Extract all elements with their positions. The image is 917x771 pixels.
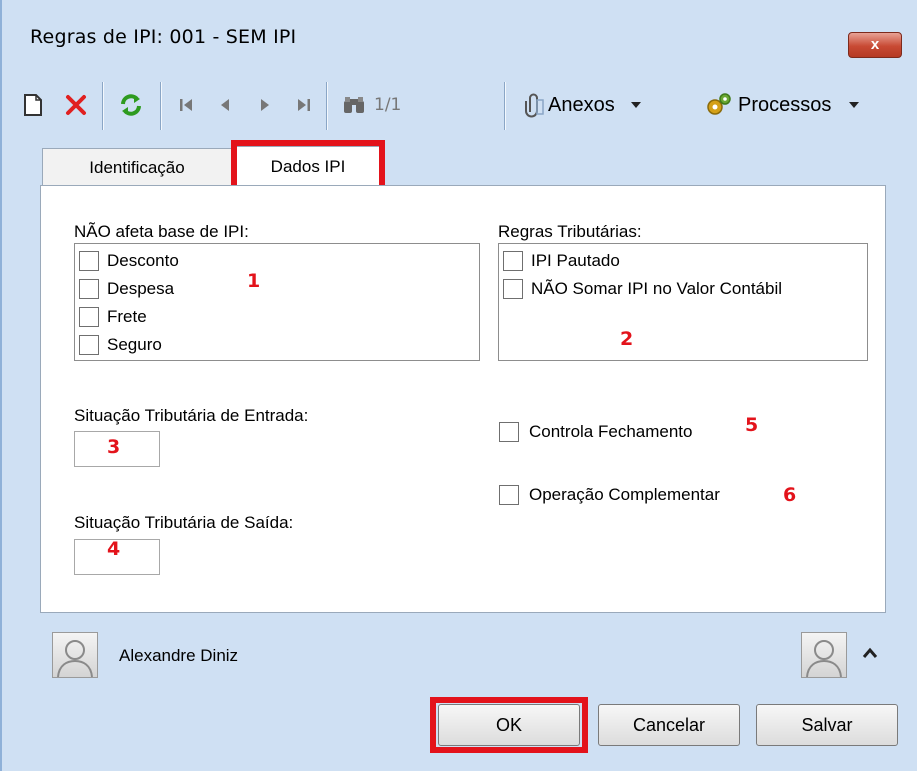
checkbox-box[interactable] (503, 251, 523, 271)
search-button[interactable]: 1/1 (342, 88, 401, 122)
checkbox-box[interactable] (79, 335, 99, 355)
assignee-avatar[interactable] (801, 632, 847, 678)
cancel-button-label: Cancelar (632, 714, 706, 735)
checkbox-controla-fechamento[interactable]: Controla Fechamento (499, 419, 692, 445)
user-silhouette-icon (57, 640, 93, 677)
dialog-window: Regras de IPI: 001 - SEM IPI x 1/1 Anexo… (0, 0, 917, 771)
checkbox-box[interactable] (499, 422, 519, 442)
save-button[interactable]: Salvar (756, 704, 898, 746)
annotation-6: 6 (783, 484, 797, 506)
base-ipi-list[interactable]: Desconto Despesa Frete Seguro 1 (74, 243, 480, 361)
new-button[interactable] (22, 88, 44, 122)
annotation-1: 1 (247, 270, 261, 292)
toolbar: 1/1 Anexos Processos (18, 74, 908, 136)
checkbox-box[interactable] (79, 279, 99, 299)
annotation-5: 5 (745, 414, 759, 436)
checkbox-label: Controla Fechamento (529, 422, 693, 441)
first-record-button[interactable] (178, 88, 196, 122)
chevron-up-icon (862, 647, 878, 658)
record-counter: 1/1 (374, 95, 402, 115)
tab-content-panel: NÃO afeta base de IPI: Desconto Despesa … (40, 185, 886, 613)
regras-label: Regras Tributárias: (498, 222, 642, 241)
previous-record-button[interactable] (218, 88, 232, 122)
checkbox-desconto[interactable]: Desconto (79, 248, 179, 274)
tab-label: Identificação (89, 157, 185, 177)
checkbox-label: Desconto (107, 251, 179, 270)
checkbox-label: Frete (107, 307, 147, 326)
checkbox-label: Seguro (107, 335, 162, 354)
checkbox-box[interactable] (79, 307, 99, 327)
base-ipi-label: NÃO afeta base de IPI: (74, 222, 249, 241)
highlight-box-ok (430, 697, 588, 753)
checkbox-operacao-complementar[interactable]: Operação Complementar (499, 482, 720, 508)
save-button-label: Salvar (801, 714, 853, 735)
toolbar-separator (326, 82, 328, 130)
annotation-3: 3 (107, 436, 121, 458)
regras-list[interactable]: IPI Pautado NÃO Somar IPI no Valor Contá… (498, 243, 868, 361)
previous-record-icon (221, 99, 229, 111)
processos-label: Processos (738, 93, 832, 116)
checkbox-box[interactable] (79, 251, 99, 271)
binoculars-icon (344, 97, 364, 113)
checkbox-nao-somar-ipi[interactable]: NÃO Somar IPI no Valor Contábil (503, 276, 782, 302)
checkbox-label: NÃO Somar IPI no Valor Contábil (531, 279, 783, 298)
refresh-button[interactable] (118, 88, 144, 122)
checkbox-box[interactable] (499, 485, 519, 505)
processos-menu-button[interactable]: Processos (704, 88, 861, 122)
toolbar-separator (504, 82, 506, 130)
delete-button[interactable] (64, 88, 88, 122)
window-title: Regras de IPI: 001 - SEM IPI (30, 26, 297, 48)
close-icon: x (870, 36, 880, 53)
annotation-2: 2 (620, 328, 634, 350)
paperclip-icon (525, 93, 544, 118)
annotation-4: 4 (107, 538, 121, 560)
user-avatar (52, 632, 98, 678)
gears-icon (707, 93, 731, 115)
entrada-input[interactable]: 3 (74, 431, 160, 467)
last-record-icon (298, 99, 310, 111)
user-name: Alexandre Diniz (119, 646, 239, 665)
checkbox-frete[interactable]: Frete (79, 304, 147, 330)
chevron-down-icon (630, 102, 641, 108)
delete-icon (66, 95, 86, 115)
saida-input[interactable]: 4 (74, 538, 160, 575)
checkbox-label: Operação Complementar (529, 485, 720, 504)
checkbox-ipi-pautado[interactable]: IPI Pautado (503, 248, 620, 274)
close-button[interactable]: x (848, 32, 902, 58)
first-record-icon (180, 99, 192, 111)
anexos-label: Anexos (548, 93, 615, 116)
toolbar-separator (102, 82, 104, 130)
tab-identificacao[interactable]: Identificação (42, 148, 232, 186)
next-record-icon (261, 99, 269, 111)
anexos-menu-button[interactable]: Anexos (522, 88, 643, 122)
checkbox-label: Despesa (107, 279, 175, 298)
expand-button[interactable] (860, 646, 882, 666)
new-document-icon (24, 94, 42, 116)
toolbar-separator (160, 82, 162, 130)
title-bar[interactable]: Regras de IPI: 001 - SEM IPI x (2, 0, 917, 64)
last-record-button[interactable] (294, 88, 312, 122)
user-silhouette-icon (806, 640, 842, 677)
checkbox-despesa[interactable]: Despesa (79, 276, 174, 302)
saida-label: Situação Tributária de Saída: (74, 513, 294, 532)
cancel-button[interactable]: Cancelar (598, 704, 740, 746)
refresh-icon (121, 94, 141, 116)
entrada-label: Situação Tributária de Entrada: (74, 406, 309, 425)
checkbox-seguro[interactable]: Seguro (79, 332, 162, 358)
chevron-down-icon (849, 102, 860, 108)
checkbox-label: IPI Pautado (531, 251, 620, 270)
next-record-button[interactable] (258, 88, 272, 122)
checkbox-box[interactable] (503, 279, 523, 299)
